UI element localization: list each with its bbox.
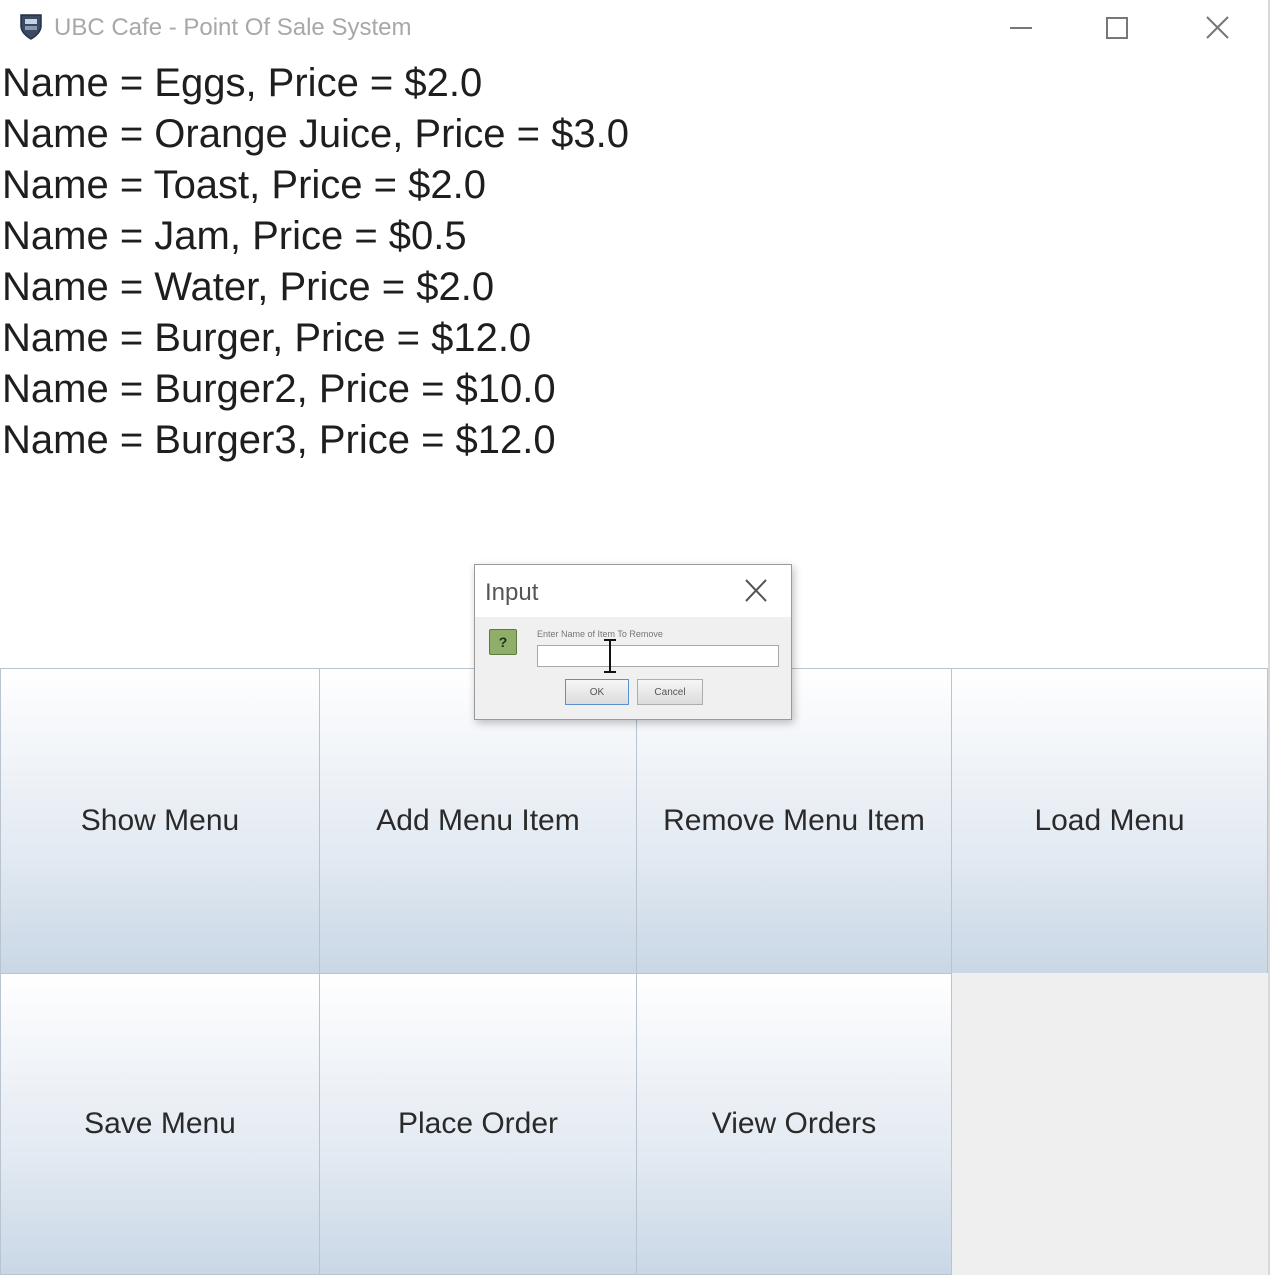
menu-list-item: Name = Orange Juice, Price = $3.0	[2, 112, 629, 156]
menu-list-item: Name = Jam, Price = $0.5	[2, 214, 467, 258]
app-window: UBC Cafe - Point Of Sale System Name = E…	[0, 0, 1270, 1275]
menu-list: Name = Eggs, Price = $2.0 Name = Orange …	[2, 58, 1002, 466]
dialog-close-icon[interactable]	[741, 577, 771, 605]
menu-list-item: Name = Burger, Price = $12.0	[2, 316, 532, 360]
menu-list-item: Name = Water, Price = $2.0	[2, 265, 495, 309]
close-icon[interactable]	[1194, 8, 1240, 48]
dialog-title-bar[interactable]: Input	[475, 565, 791, 617]
save-menu-button[interactable]: Save Menu	[0, 973, 320, 1275]
menu-list-item: Name = Toast, Price = $2.0	[2, 163, 486, 207]
input-dialog: Input ? Enter Name of Item To Remove OK …	[474, 564, 792, 720]
window-title: UBC Cafe - Point Of Sale System	[54, 14, 412, 41]
maximize-icon[interactable]	[1094, 8, 1140, 48]
ok-button[interactable]: OK	[565, 679, 629, 705]
dialog-title: Input	[485, 579, 539, 606]
view-orders-button[interactable]: View Orders	[636, 973, 952, 1275]
menu-list-item: Name = Burger2, Price = $10.0	[2, 367, 556, 411]
text-cursor-icon	[604, 639, 616, 673]
dialog-prompt-label: Enter Name of Item To Remove	[537, 629, 663, 639]
minimize-icon[interactable]	[998, 8, 1044, 48]
menu-list-item: Name = Eggs, Price = $2.0	[2, 61, 483, 105]
question-icon: ?	[489, 629, 517, 655]
action-button-grid: Show Menu Add Menu Item Remove Menu Item…	[0, 668, 1268, 1275]
title-bar[interactable]: UBC Cafe - Point Of Sale System	[0, 0, 1268, 56]
empty-grid-cell	[952, 973, 1268, 1275]
item-name-input[interactable]	[537, 645, 779, 667]
cancel-button[interactable]: Cancel	[637, 679, 703, 705]
app-crest-icon	[20, 14, 42, 40]
menu-list-item: Name = Burger3, Price = $12.0	[2, 418, 556, 462]
load-menu-button[interactable]: Load Menu	[951, 668, 1268, 974]
show-menu-button[interactable]: Show Menu	[0, 668, 320, 974]
place-order-button[interactable]: Place Order	[319, 973, 637, 1275]
